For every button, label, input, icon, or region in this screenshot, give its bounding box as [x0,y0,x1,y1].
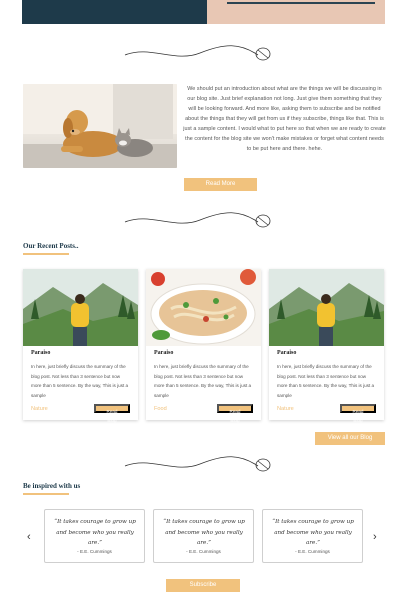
card-summary: In here, just briefly discuss the summar… [31,364,129,398]
card-category[interactable]: Nature [277,406,294,412]
inspired-title: Be inspired with us [23,482,81,490]
hiker-mountain-photo [269,269,384,346]
card-category[interactable]: Nature [31,406,48,412]
subscribe-button[interactable]: Subscribe [166,579,240,592]
view-all-blog-button[interactable]: View all our Blog [315,432,385,445]
card-category[interactable]: Food [154,406,167,412]
hero-banner [22,0,385,24]
squiggle-divider [124,212,271,228]
quote-author: - E.E. Cummings [295,549,330,554]
quote-author: - E.E. Cummings [186,549,221,554]
card-summary: In here, just briefly discuss the summar… [154,364,252,398]
chevron-right-icon[interactable]: › [373,531,377,543]
hiker-mountain-photo [23,269,138,346]
blog-card[interactable]: Paraiso In here, just briefly discuss th… [146,269,261,423]
card-title: Paraiso [154,350,174,356]
card-title: Paraiso [277,350,297,356]
quote-card: “It takes courage to grow up and become … [262,509,363,563]
card-summary: In here, just briefly discuss the summar… [277,364,375,398]
hero-image [207,0,385,24]
quote-text: “It takes courage to grow up and become … [163,519,245,546]
quote-author: - E.E. Cummings [77,549,112,554]
blog-card[interactable]: Paraiso In here, just briefly discuss th… [269,269,384,423]
chevron-left-icon[interactable]: ‹ [27,531,31,543]
squiggle-divider [124,456,271,472]
title-underline [23,253,69,255]
read-more-button[interactable]: Read More [184,178,257,191]
dog-and-cat-photo [23,84,177,168]
quote-text: “It takes courage to grow up and become … [272,519,354,546]
recent-posts-title: Our Recent Posts.. [23,242,79,250]
read-blog-button[interactable]: Read Blog [94,404,130,423]
intro-paragraph: We should put an introduction about what… [183,86,386,152]
quote-card: “It takes courage to grow up and become … [44,509,145,563]
quote-card: “It takes courage to grow up and become … [153,509,254,563]
read-blog-button[interactable]: Read Blog [340,404,376,423]
title-underline [23,493,69,495]
blog-card[interactable]: Paraiso In here, just briefly discuss th… [23,269,138,423]
noodle-soup-photo [146,269,261,346]
card-title: Paraiso [31,350,51,356]
read-blog-button[interactable]: Read Blog [217,404,253,423]
squiggle-divider [124,45,271,61]
quote-text: “It takes courage to grow up and become … [54,519,136,546]
